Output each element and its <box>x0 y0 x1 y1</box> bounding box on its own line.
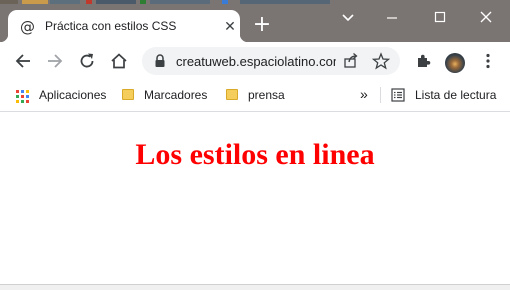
bookmark-prensa[interactable]: prensa <box>248 88 285 102</box>
bookmarks-bar: Aplicaciones Marcadores prensa » Lista d… <box>0 80 510 112</box>
folder-icon <box>226 89 238 100</box>
extensions-icon[interactable] <box>414 51 434 71</box>
bookmark-apps[interactable]: Aplicaciones <box>39 88 106 102</box>
apps-icon <box>16 90 29 103</box>
reading-list-icon <box>391 88 405 102</box>
home-icon[interactable] <box>109 51 129 71</box>
page-content: Los estilos en linea <box>0 112 510 284</box>
reading-list-button[interactable]: Lista de lectura <box>415 88 496 102</box>
address-bar[interactable]: creatuweb.espaciolatino.com/... <box>142 47 400 75</box>
url-text[interactable]: creatuweb.espaciolatino.com/... <box>176 54 336 69</box>
close-window-icon[interactable] <box>475 8 497 28</box>
bookmark-star-icon[interactable] <box>371 52 391 70</box>
profile-avatar[interactable] <box>445 53 465 73</box>
window-bottom-edge <box>0 284 510 290</box>
tab-close-icon[interactable]: ✕ <box>222 18 238 34</box>
maximize-icon[interactable] <box>429 8 451 28</box>
minimize-icon[interactable] <box>381 8 403 28</box>
title-bar: @ Práctica con estilos CSS ✕ + <box>0 0 510 42</box>
divider <box>380 87 381 103</box>
share-icon[interactable] <box>342 52 360 70</box>
taskbar-strip <box>0 0 340 4</box>
site-favicon-icon: @ <box>20 18 35 36</box>
tab-title: Práctica con estilos CSS <box>45 19 177 33</box>
back-icon[interactable] <box>13 51 33 71</box>
navigation-toolbar: creatuweb.espaciolatino.com/... <box>0 42 510 80</box>
menu-icon[interactable] <box>478 51 498 71</box>
browser-tab[interactable]: @ Práctica con estilos CSS ✕ <box>0 10 248 42</box>
bookmarks-overflow-button[interactable]: » <box>360 86 368 102</box>
forward-icon[interactable] <box>45 51 65 71</box>
tab-search-icon[interactable] <box>337 8 359 28</box>
reload-icon[interactable] <box>77 51 97 71</box>
page-heading: Los estilos en linea <box>135 138 375 171</box>
new-tab-button[interactable]: + <box>252 14 272 36</box>
lock-icon[interactable] <box>153 53 167 69</box>
folder-icon <box>122 89 134 100</box>
bookmark-marcadores[interactable]: Marcadores <box>144 88 207 102</box>
